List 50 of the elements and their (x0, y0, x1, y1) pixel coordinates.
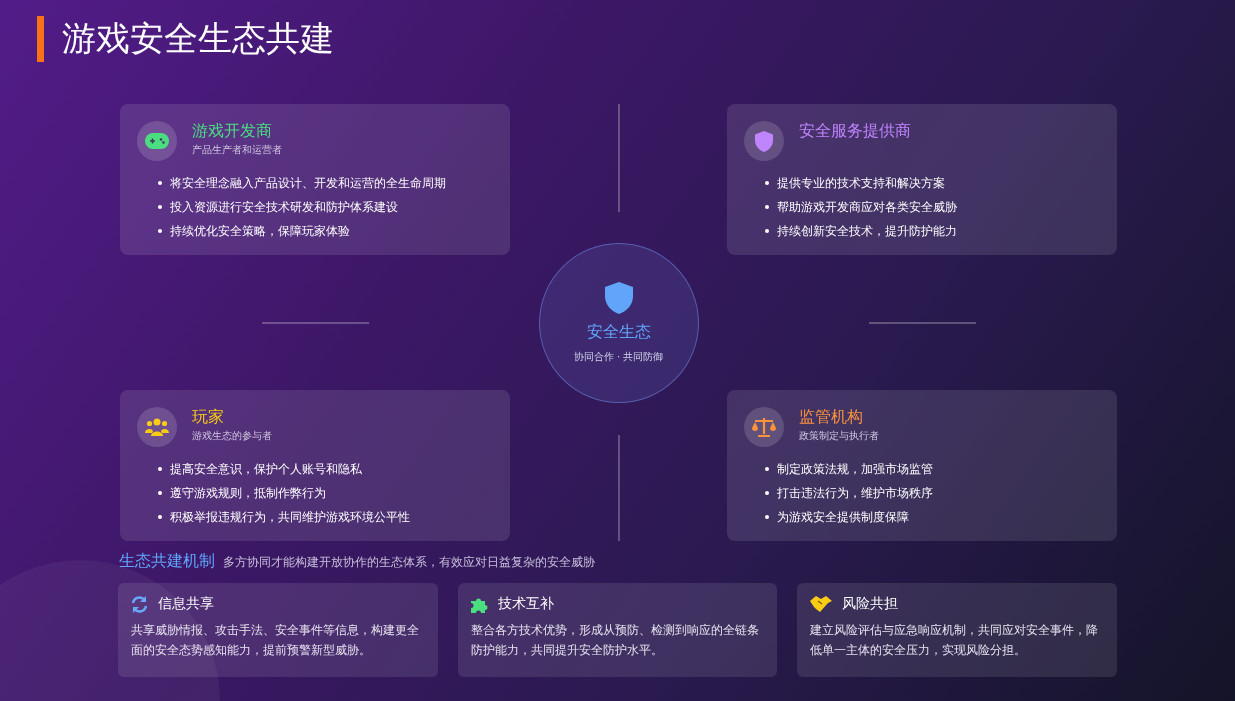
people-icon (145, 418, 169, 436)
bullet-item: 制定政策法规，加强市场监管 (777, 461, 933, 477)
bullet-dot (158, 491, 162, 495)
mechanism-title: 信息共享 (158, 595, 214, 613)
scale-icon (752, 417, 776, 437)
section-description: 多方协同才能构建开放协作的生态体系，有效应对日益复杂的安全威胁 (223, 555, 595, 570)
bullet-dot (765, 229, 769, 233)
section-title: 生态共建机制 (119, 551, 215, 572)
center-subtitle: 协同合作 · 共同防御 (573, 350, 664, 364)
bullet-item: 提供专业的技术支持和解决方案 (777, 175, 945, 191)
center-title: 安全生态 (586, 322, 651, 343)
bullet-item: 将安全理念融入产品设计、开发和运营的全生命周期 (170, 175, 446, 191)
shield-icon (604, 282, 633, 314)
bullet-dot (765, 205, 769, 209)
handshake-icon (810, 596, 832, 612)
bullet-dot (765, 181, 769, 185)
bullet-item: 积极举报违规行为，共同维护游戏环境公平性 (170, 509, 410, 525)
gamepad-icon (145, 133, 169, 149)
bullet-item: 遵守游戏规则，抵制作弊行为 (170, 485, 326, 501)
shield-icon (755, 130, 773, 152)
role-title: 游戏开发商 (192, 121, 273, 141)
page-title: 游戏安全生态共建 (62, 17, 334, 60)
mechanism-text: 整合各方技术优势，形成从预防、检测到响应的全链条防护能力，共同提升安全防护水平。 (471, 622, 760, 659)
mechanism-title: 技术互补 (498, 595, 554, 613)
bullet-dot (158, 181, 162, 185)
bullet-item: 为游戏安全提供制度保障 (777, 509, 909, 525)
bullet-item: 打击违法行为，维护市场秩序 (777, 485, 933, 501)
role-title: 监管机构 (799, 407, 864, 427)
title-accent-bar (37, 16, 44, 62)
bullet-item: 持续优化安全策略，保障玩家体验 (170, 223, 350, 239)
role-subtitle: 产品生产者和运营者 (192, 143, 282, 157)
bullet-dot (158, 515, 162, 519)
bullet-dot (765, 467, 769, 471)
bullet-dot (158, 205, 162, 209)
bullet-dot (765, 515, 769, 519)
role-title: 玩家 (192, 407, 225, 427)
mechanism-text: 建立风险评估与应急响应机制，共同应对安全事件，降低单一主体的安全压力，实现风险分担。 (810, 622, 1099, 659)
bullet-item: 投入资源进行安全技术研发和防护体系建设 (170, 199, 398, 215)
mechanism-text: 共享威胁情报、攻击手法、安全事件等信息，构建更全面的安全态势感知能力，提前预警新型威胁。 (131, 622, 420, 659)
refresh-icon (131, 595, 148, 613)
role-subtitle: 游戏生态的参与者 (192, 429, 272, 443)
bullet-item: 帮助游戏开发商应对各类安全威胁 (777, 199, 957, 215)
bullet-dot (158, 229, 162, 233)
bullet-dot (158, 467, 162, 471)
role-title: 安全服务提供商 (799, 121, 911, 141)
role-subtitle: 政策制定与执行者 (799, 429, 879, 443)
bullet-item: 持续创新安全技术，提升防护能力 (777, 223, 957, 239)
bullet-dot (765, 491, 769, 495)
bullet-item: 提高安全意识，保护个人账号和隐私 (170, 461, 362, 477)
mechanism-title: 风险共担 (842, 595, 898, 613)
